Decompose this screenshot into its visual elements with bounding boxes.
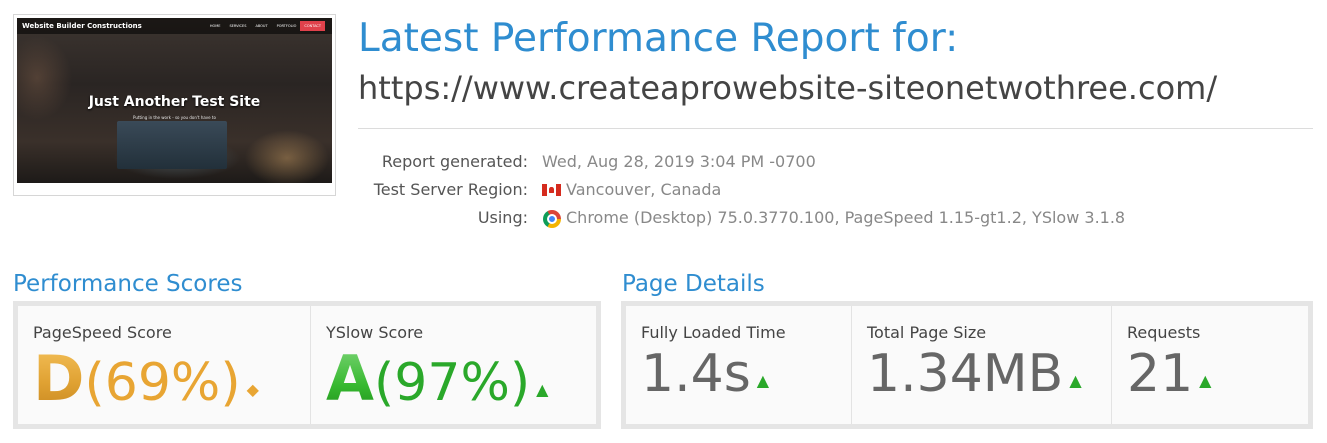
report-url-link[interactable]: https://www.createaprowebsite-siteonetwo… xyxy=(358,69,1217,107)
using-label: Using: xyxy=(477,208,528,227)
thumbnail-contact-button: CONTACT xyxy=(300,21,325,31)
requests-value: 21 xyxy=(1127,344,1194,404)
total-page-size-label: Total Page Size xyxy=(867,323,987,342)
up-arrow-icon: ▲ xyxy=(1069,370,1082,390)
pagespeed-grade: D xyxy=(33,342,85,415)
thumbnail-image: Website Builder Constructions HOME SERVI… xyxy=(17,18,332,183)
thumbnail-nav-link: HOME xyxy=(209,24,221,28)
pagespeed-score-label: PageSpeed Score xyxy=(33,323,172,342)
chrome-icon xyxy=(543,210,561,228)
test-region-value: Vancouver, Canada xyxy=(566,180,722,199)
test-region-row: Test Server Region: Vancouver, Canada xyxy=(358,178,1308,202)
using-value: Chrome (Desktop) 75.0.3770.100, PageSpee… xyxy=(566,208,1126,227)
report-generated-label: Report generated: xyxy=(381,152,528,171)
canada-flag-icon xyxy=(542,184,561,196)
fully-loaded-time-card[interactable]: Fully Loaded Time 1.4s ▲ xyxy=(626,306,851,424)
fully-loaded-time-value: 1.4s xyxy=(641,344,751,404)
up-arrow-icon: ▲ xyxy=(756,370,770,390)
fully-loaded-time-label: Fully Loaded Time xyxy=(641,323,786,342)
diamond-icon: ◆ xyxy=(246,379,259,399)
thumbnail-laptop-graphic xyxy=(117,121,227,169)
page-details-title: Page Details xyxy=(622,271,765,297)
total-page-size-value: 1.34MB xyxy=(867,344,1064,404)
thumbnail-brand: Website Builder Constructions xyxy=(22,22,142,30)
requests-card[interactable]: Requests 21 ▲ xyxy=(1111,306,1308,424)
pagespeed-score-value: D(69%) ◆ xyxy=(33,348,259,410)
fully-loaded-time-value-wrap: 1.4s ▲ xyxy=(641,348,769,400)
test-region-label: Test Server Region: xyxy=(373,180,528,199)
thumbnail-hero-title: Just Another Test Site xyxy=(88,94,261,110)
up-arrow-icon: ▲ xyxy=(1199,370,1212,390)
up-arrow-icon: ▲ xyxy=(536,379,549,399)
yslow-score-value: A(97%) ▲ xyxy=(326,348,548,410)
performance-scores-title: Performance Scores xyxy=(13,271,243,297)
header-divider xyxy=(358,128,1313,129)
thumbnail-nav-link: PORTFOLIO xyxy=(276,24,297,28)
performance-scores-panel: PageSpeed Score D(69%) ◆ YSlow Score A(97… xyxy=(13,301,601,429)
yslow-score-label: YSlow Score xyxy=(326,323,424,342)
yslow-score-card[interactable]: YSlow Score A(97%) ▲ xyxy=(310,306,596,424)
yslow-grade: A xyxy=(326,342,374,415)
thumbnail-navbar: Website Builder Constructions HOME SERVI… xyxy=(17,18,332,34)
report-generated-row: Report generated: Wed, Aug 28, 2019 3:04… xyxy=(358,150,1308,174)
pagespeed-score-card[interactable]: PageSpeed Score D(69%) ◆ xyxy=(18,306,310,424)
thumbnail-nav-link: ABOUT xyxy=(255,24,268,28)
total-page-size-value-wrap: 1.34MB ▲ xyxy=(867,348,1082,400)
requests-label: Requests xyxy=(1127,323,1201,342)
report-generated-value: Wed, Aug 28, 2019 3:04 PM -0700 xyxy=(542,152,816,171)
yslow-percent: (97%) xyxy=(373,353,531,413)
site-screenshot-thumbnail[interactable]: Website Builder Constructions HOME SERVI… xyxy=(13,14,336,196)
page-details-panel: Fully Loaded Time 1.4s ▲ Total Page Size … xyxy=(621,301,1313,429)
using-row: Using: Chrome (Desktop) 75.0.3770.100, P… xyxy=(358,206,1308,230)
requests-value-wrap: 21 ▲ xyxy=(1127,348,1211,400)
pagespeed-percent: (69%) xyxy=(84,353,241,413)
page-title: Latest Performance Report for: xyxy=(358,16,959,61)
thumbnail-nav-link: SERVICES xyxy=(229,24,247,28)
total-page-size-card[interactable]: Total Page Size 1.34MB ▲ xyxy=(851,306,1111,424)
thumbnail-hero-subtitle: Putting in the work - so you don't have … xyxy=(133,115,216,120)
